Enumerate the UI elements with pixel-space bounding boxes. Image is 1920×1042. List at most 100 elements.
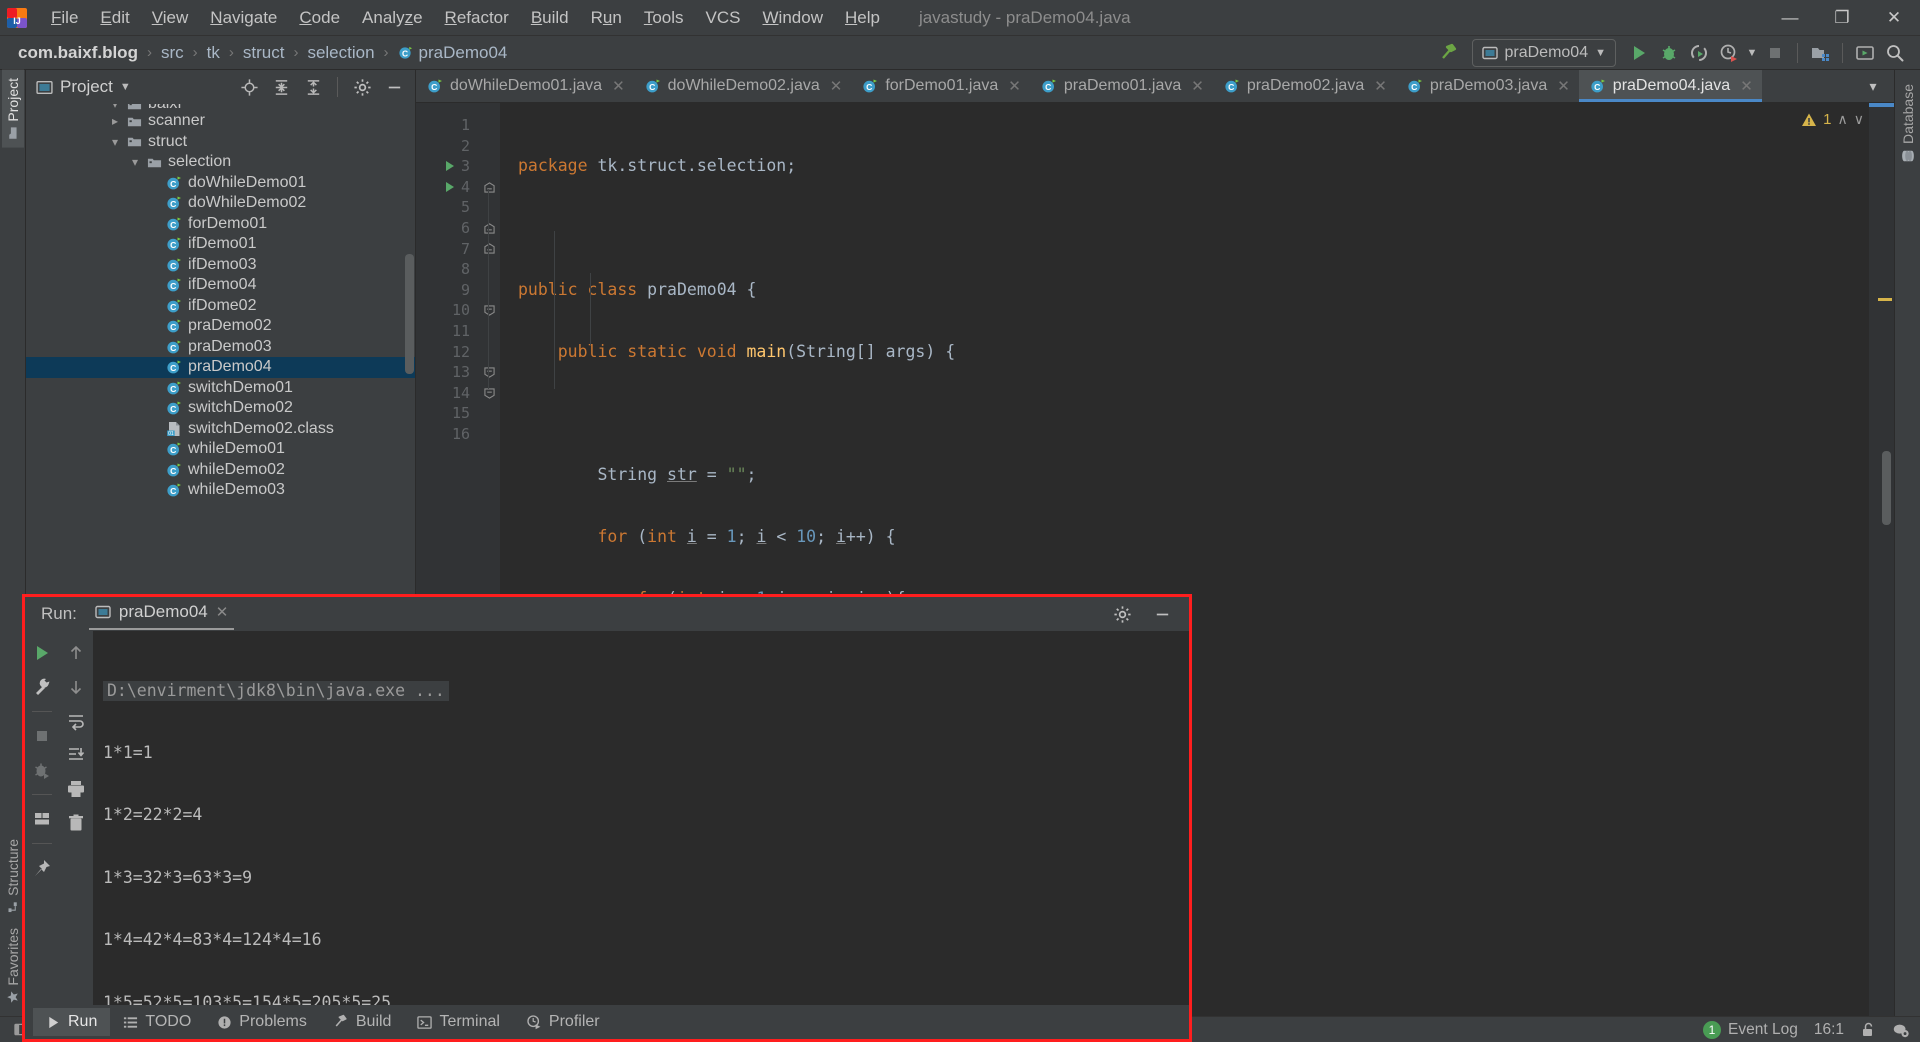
tree-node[interactable]: C whileDemo02 <box>26 460 415 481</box>
layout-button[interactable] <box>32 809 52 829</box>
soft-wrap-button[interactable] <box>66 711 86 731</box>
close-icon[interactable]: ✕ <box>1191 77 1204 95</box>
search-everywhere-icon[interactable] <box>1880 38 1910 68</box>
hide-panel-icon[interactable] <box>379 72 409 102</box>
fold-marker[interactable] <box>482 218 496 239</box>
tree-node[interactable]: C forDemo01 <box>26 214 415 235</box>
menu-view[interactable]: View <box>141 3 200 33</box>
minimize-button[interactable]: — <box>1764 0 1816 36</box>
select-opened-file-icon[interactable] <box>1805 38 1835 68</box>
editor-tab-doWhileDemo02[interactable]: C doWhileDemo02.java ✕ <box>634 70 852 102</box>
settings-gear-icon[interactable] <box>347 72 377 102</box>
event-log-button[interactable]: 1 Event Log <box>1703 1020 1798 1039</box>
menu-run[interactable]: Run <box>580 3 633 33</box>
tool-window-tab-database[interactable]: Database <box>1897 76 1919 171</box>
menu-navigate[interactable]: Navigate <box>199 3 288 33</box>
breadcrumb-module[interactable]: com.baixf.blog <box>14 41 142 65</box>
bottom-tab-profiler[interactable]: Profiler <box>513 1008 613 1036</box>
tree-node[interactable]: C ifDemo04 <box>26 275 415 296</box>
scroll-up-button[interactable] <box>66 643 86 663</box>
stop-button[interactable] <box>32 726 52 746</box>
wrench-settings-button[interactable] <box>32 677 52 697</box>
fold-marker-end[interactable] <box>482 300 496 321</box>
caret-position[interactable]: 16:1 <box>1814 1021 1844 1039</box>
close-icon[interactable]: ✕ <box>612 77 625 95</box>
collapse-all-icon[interactable] <box>298 72 328 102</box>
updates-icon[interactable] <box>1850 38 1880 68</box>
run-configuration-selector[interactable]: praDemo04 ▼ <box>1471 38 1616 67</box>
close-icon[interactable]: ✕ <box>1008 77 1021 95</box>
debug-button[interactable] <box>1654 38 1684 68</box>
editor-tab-forDemo01[interactable]: C forDemo01.java ✕ <box>851 70 1030 102</box>
bottom-tab-problems[interactable]: Problems <box>204 1008 320 1036</box>
breadcrumb-struct[interactable]: struct <box>239 41 289 65</box>
scroll-to-end-button[interactable] <box>66 745 86 765</box>
locate-icon[interactable] <box>234 72 264 102</box>
breadcrumb-class[interactable]: C praDemo04 <box>394 41 512 65</box>
tree-node[interactable]: ▾ baixf <box>26 104 415 111</box>
chevron-down-icon[interactable]: ▾ <box>1858 71 1888 101</box>
fold-marker-end[interactable] <box>482 383 496 404</box>
tree-node[interactable]: C ifDome02 <box>26 296 415 317</box>
tool-window-tab-favorites[interactable]: Favorites <box>2 920 24 1012</box>
menu-window[interactable]: Window <box>752 3 834 33</box>
editor-tab-praDemo01[interactable]: C praDemo01.java ✕ <box>1030 70 1213 102</box>
maximize-button[interactable]: ❐ <box>1816 0 1868 36</box>
inspection-summary[interactable]: 1 ∧ ∨ <box>1801 111 1864 128</box>
stop-debugger-button[interactable] <box>32 760 52 780</box>
chevron-down-icon[interactable]: ▾ <box>126 155 144 169</box>
bottom-tab-run[interactable]: Run <box>33 1008 111 1036</box>
menu-file[interactable]: File <box>40 3 89 33</box>
breadcrumb-src[interactable]: src <box>157 41 188 65</box>
tree-node[interactable]: ▾ selection <box>26 152 415 173</box>
inspection-gutter[interactable] <box>1868 103 1894 1016</box>
ide-settings-icon[interactable] <box>1892 1021 1910 1039</box>
menu-edit[interactable]: Edit <box>89 3 140 33</box>
tree-node[interactable]: C doWhileDemo02 <box>26 193 415 214</box>
menu-tools[interactable]: Tools <box>633 3 695 33</box>
tree-node[interactable]: C doWhileDemo01 <box>26 173 415 194</box>
fold-marker[interactable] <box>482 177 496 198</box>
tool-window-tab-structure[interactable]: Structure <box>2 831 24 921</box>
close-icon[interactable]: ✕ <box>830 77 843 95</box>
run-main-gutter-icon[interactable] <box>444 177 456 198</box>
tree-node[interactable]: ▾ struct <box>26 132 415 153</box>
run-class-gutter-icon[interactable] <box>444 156 456 177</box>
close-icon[interactable]: ✕ <box>1740 77 1753 95</box>
close-button[interactable]: ✕ <box>1868 0 1920 36</box>
profile-button[interactable] <box>1714 38 1744 68</box>
tree-node[interactable]: C ifDemo03 <box>26 255 415 276</box>
gear-icon[interactable] <box>1107 599 1137 629</box>
rerun-button[interactable] <box>32 643 52 663</box>
tree-node[interactable]: C praDemo02 <box>26 316 415 337</box>
stop-button[interactable] <box>1760 38 1790 68</box>
breadcrumb-selection[interactable]: selection <box>303 41 378 65</box>
tree-node[interactable]: C switchDemo02 <box>26 398 415 419</box>
tree-node[interactable]: C praDemo03 <box>26 337 415 358</box>
tree-node[interactable]: C whileDemo01 <box>26 439 415 460</box>
build-hammer-icon[interactable] <box>1434 38 1464 68</box>
bottom-tab-terminal[interactable]: Terminal <box>404 1008 512 1036</box>
close-icon[interactable]: ✕ <box>1374 77 1387 95</box>
run-button[interactable] <box>1624 38 1654 68</box>
clear-all-button[interactable] <box>66 813 86 833</box>
close-icon[interactable]: ✕ <box>216 603 229 621</box>
run-console-output[interactable]: D:\envirment\jdk8\bin\java.exe ... 1*1=1… <box>93 631 1189 1005</box>
menu-code[interactable]: Code <box>288 3 351 33</box>
menu-refactor[interactable]: Refactor <box>434 3 520 33</box>
fold-marker-end[interactable] <box>482 362 496 383</box>
breadcrumb-tk[interactable]: tk <box>203 41 224 65</box>
tree-node[interactable]: C whileDemo03 <box>26 480 415 501</box>
menu-analyze[interactable]: Analyze <box>351 3 434 33</box>
tool-window-tab-project[interactable]: Project <box>1 70 24 148</box>
bottom-tab-todo[interactable]: TODO <box>110 1008 204 1036</box>
tree-node[interactable]: 01 switchDemo02.class <box>26 419 415 440</box>
expand-all-icon[interactable] <box>266 72 296 102</box>
tree-node-selected-praDemo04[interactable]: C praDemo04 <box>26 357 415 378</box>
pin-button[interactable] <box>32 858 52 878</box>
editor-tab-praDemo03[interactable]: C praDemo03.java ✕ <box>1396 70 1579 102</box>
scroll-down-button[interactable] <box>66 677 86 697</box>
tree-node[interactable]: C switchDemo01 <box>26 378 415 399</box>
bottom-tab-build[interactable]: Build <box>320 1008 405 1036</box>
chevron-right-icon[interactable]: ▸ <box>106 114 124 128</box>
